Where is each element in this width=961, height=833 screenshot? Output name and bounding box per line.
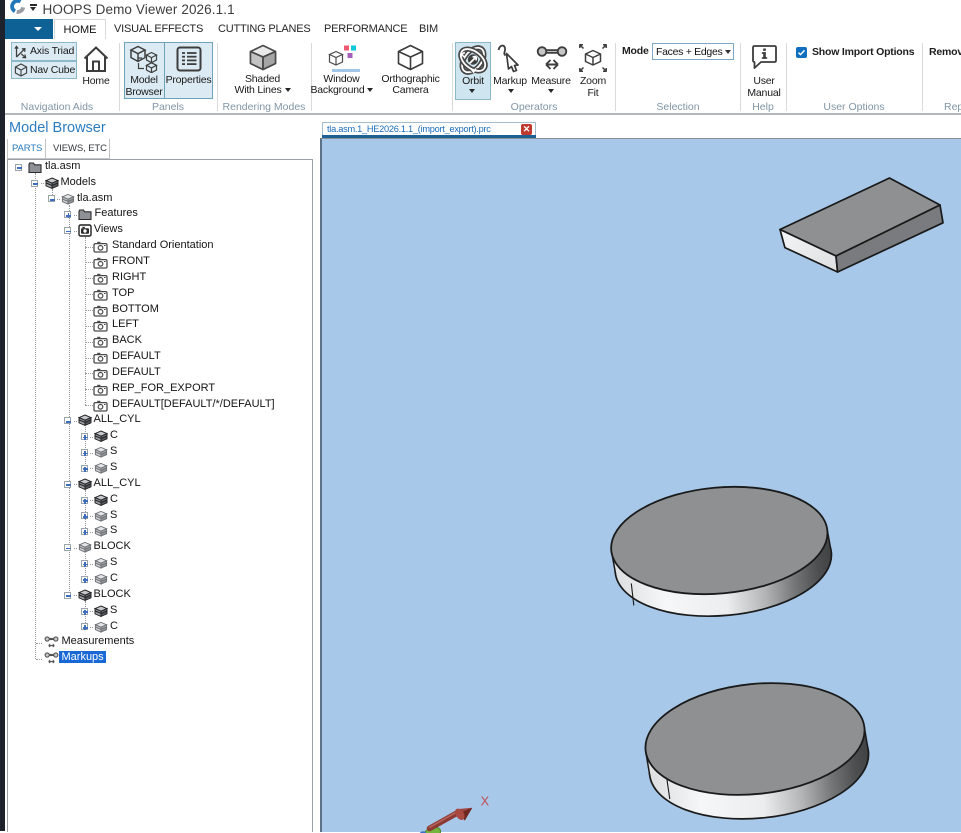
svg-text:X: X [481,793,490,808]
